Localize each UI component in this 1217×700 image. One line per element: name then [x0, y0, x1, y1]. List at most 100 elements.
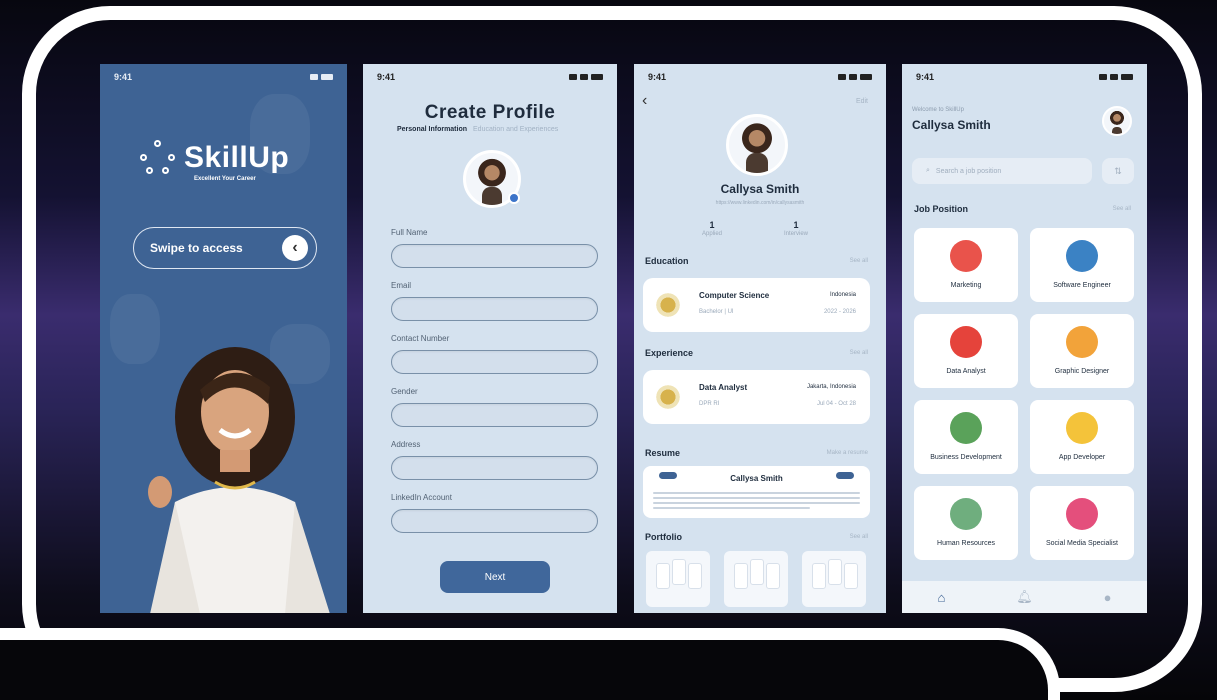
frame-notch [0, 628, 1060, 700]
profile-icon[interactable]: ● [1104, 590, 1112, 605]
job-position-heading: Job Position [914, 204, 968, 214]
chevron-left-icon[interactable]: ‹ [282, 235, 308, 261]
user-avatar[interactable] [1102, 106, 1132, 136]
portfolio-thumbnail[interactable] [802, 551, 866, 607]
job-card-data-analyst[interactable]: Data Analyst [914, 314, 1018, 388]
portfolio-heading: Portfolio [645, 532, 682, 542]
data-analyst-icon [950, 326, 982, 358]
experience-title: Data Analyst [699, 383, 748, 392]
profile-link[interactable]: https://www.linkedin.com/in/callysasmith [634, 200, 886, 206]
contact-number-label: Contact Number [391, 334, 450, 343]
status-bar: 9:41 [363, 70, 617, 84]
search-input[interactable]: Search a job position [936, 168, 1001, 175]
linkedin-input[interactable] [391, 509, 598, 533]
swipe-to-access-slider[interactable]: Swipe to access ‹ [133, 227, 317, 269]
home-icon[interactable]: ⌂ [937, 590, 945, 605]
portfolio-see-all-link[interactable]: See all [850, 534, 868, 540]
user-photo [148, 347, 330, 613]
business-development-icon [950, 412, 982, 444]
signal-battery-icon [310, 74, 333, 80]
status-time: 9:41 [648, 72, 667, 82]
make-resume-link[interactable]: Make a resume [827, 450, 868, 456]
education-title: Computer Science [699, 291, 770, 300]
resume-preview[interactable]: Callysa Smith [643, 466, 870, 518]
interview-label: Interview [784, 231, 809, 237]
graphic-designer-icon [1066, 326, 1098, 358]
job-card-social-media-specialist[interactable]: Social Media Specialist [1030, 486, 1134, 560]
email-input[interactable] [391, 297, 598, 321]
status-bar: 9:41 [902, 70, 1147, 84]
education-heading: Education [645, 256, 689, 266]
next-button[interactable]: Next [440, 561, 550, 593]
search-bar[interactable]: ⌕ Search a job position [912, 158, 1092, 184]
user-name: Callysa Smith [912, 118, 991, 132]
applied-label: Applied [702, 231, 723, 237]
education-subtitle: Bachelor | UI [699, 309, 734, 315]
signal-wifi-battery-icon [569, 74, 603, 80]
address-input[interactable] [391, 456, 598, 480]
job-card-graphic-designer[interactable]: Graphic Designer [1030, 314, 1134, 388]
app-logo: SkillUp [140, 140, 289, 176]
resume-text-line [653, 497, 860, 499]
profile-name: Callysa Smith [720, 182, 800, 196]
gender-input[interactable] [391, 403, 598, 427]
resume-name: Callysa Smith [730, 474, 783, 483]
sort-filter-icon[interactable]: ⇅ [1102, 158, 1134, 184]
back-arrow-icon[interactable]: ‹ [642, 92, 647, 110]
job-card-software-engineer[interactable]: Software Engineer [1030, 228, 1134, 302]
portfolio-thumbnail[interactable] [724, 551, 788, 607]
status-time: 9:41 [916, 72, 935, 82]
applied-count: 1 [709, 220, 715, 230]
job-card-business-development[interactable]: Business Development [914, 400, 1018, 474]
social-media-icon [1066, 498, 1098, 530]
software-engineer-icon [1066, 240, 1098, 272]
edit-link[interactable]: Edit [856, 98, 868, 105]
edit-avatar-icon[interactable] [508, 192, 520, 204]
logo-text: SkillUp [184, 141, 290, 174]
contact-number-input[interactable] [391, 350, 598, 374]
signal-wifi-battery-icon [1099, 74, 1133, 80]
job-label: Graphic Designer [1054, 368, 1110, 375]
resume-text-line [653, 507, 810, 509]
tab-personal-information[interactable]: Personal Information [397, 126, 467, 133]
bottom-nav: ⌂ 🔔︎ ● [902, 581, 1147, 613]
job-card-human-resources[interactable]: Human Resources [914, 486, 1018, 560]
organization-emblem-icon [653, 382, 683, 412]
experience-subtitle: DPR RI [699, 401, 720, 407]
job-label: Software Engineer [1053, 282, 1111, 289]
marketing-icon [950, 240, 982, 272]
experience-card[interactable]: Data Analyst DPR RI Jakarta, Indonesia J… [643, 370, 870, 424]
bell-icon[interactable]: 🔔︎ [1016, 589, 1033, 605]
interview-stat: 1 Interview [784, 220, 808, 237]
resume-text-line [653, 492, 860, 494]
search-icon: ⌕ [926, 167, 930, 174]
experience-see-all-link[interactable]: See all [850, 350, 868, 356]
page-title: Create Profile [424, 102, 556, 123]
linkedin-label: LinkedIn Account [391, 493, 452, 502]
job-card-marketing[interactable]: Marketing [914, 228, 1018, 302]
welcome-text: Welcome to SkillUp [912, 107, 964, 113]
experience-location: Jakarta, Indonesia [806, 384, 856, 390]
portfolio-thumbnail[interactable] [646, 551, 710, 607]
profile-tabs: Personal Information Education and Exper… [397, 126, 558, 133]
job-label: Human Resources [937, 540, 995, 547]
education-card[interactable]: Computer Science Bachelor | UI Indonesia… [643, 278, 870, 332]
applied-stat: 1 Applied [702, 220, 722, 237]
full-name-input[interactable] [391, 244, 598, 268]
status-bar: 9:41 [100, 70, 347, 84]
education-see-all-link[interactable]: See all [850, 258, 868, 264]
job-see-all-link[interactable]: See all [1113, 206, 1131, 212]
education-location: Indonesia [829, 292, 856, 298]
splash-screen: 9:41 SkillUp Excellent Your Career Swipe… [100, 64, 347, 613]
job-label: App Developer [1058, 454, 1106, 461]
job-label: Marketing [950, 282, 982, 289]
resume-text-line [653, 502, 860, 504]
logo-tagline: Excellent Your Career [194, 176, 256, 182]
tab-education-experiences[interactable]: Education and Experiences [473, 126, 558, 133]
university-emblem-icon [653, 290, 683, 320]
resume-heading: Resume [645, 448, 681, 458]
email-label: Email [391, 281, 412, 290]
experience-period: Jul 04 - Oct 28 [816, 401, 856, 407]
job-card-app-developer[interactable]: App Developer [1030, 400, 1134, 474]
human-resources-icon [950, 498, 982, 530]
